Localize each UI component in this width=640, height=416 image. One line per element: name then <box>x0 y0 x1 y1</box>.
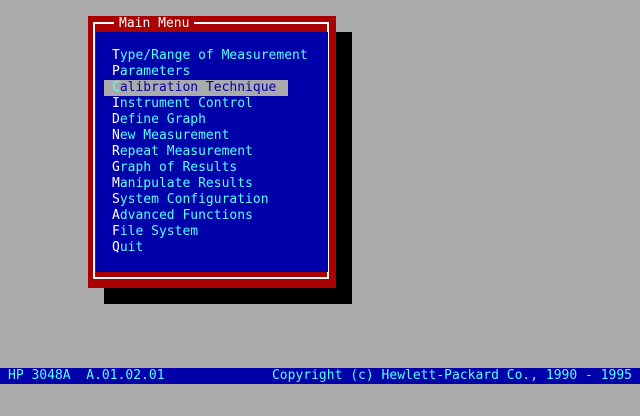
menu-item-label: alibration Technique <box>119 80 277 95</box>
menu-item-new-measurement[interactable]: New Measurement <box>104 128 288 144</box>
menu-item-label: dvanced Functions <box>119 208 253 223</box>
menu-item-quit[interactable]: Quit <box>104 240 288 256</box>
product-version: HP 3048A A.01.02.01 <box>8 368 165 383</box>
menu-list: Type/Range of Measurement Parameters Cal… <box>104 48 308 256</box>
menu-item-label: ile System <box>119 224 199 239</box>
menu-item-repeat-measurement[interactable]: Repeat Measurement <box>104 144 288 160</box>
menu-item-label: raph of Results <box>119 160 238 175</box>
menu-item-label: uit <box>119 240 144 255</box>
status-bar: HP 3048A A.01.02.01 Copyright (c) Hewlet… <box>0 368 640 384</box>
menu-item-hotkey: S <box>112 192 120 207</box>
menu-item-hotkey: G <box>112 160 120 175</box>
copyright-notice: Copyright (c) Hewlett-Packard Co., 1990 … <box>271 368 632 383</box>
menu-item-hotkey: A <box>112 208 120 223</box>
menu-item-label: ew Measurement <box>119 128 230 143</box>
menu-item-manipulate-results[interactable]: Manipulate Results <box>104 176 288 192</box>
menu-item-label: arameters <box>119 64 191 79</box>
menu-item-hotkey: I <box>112 96 120 111</box>
menu-item-label: nstrument Control <box>119 96 253 111</box>
main-menu-window: Main Menu Type/Range of Measurement Para… <box>88 16 336 288</box>
menu-item-label: ystem Configuration <box>119 192 269 207</box>
menu-item-hotkey: M <box>112 176 120 191</box>
menu-item-label: epeat Measurement <box>119 144 253 159</box>
menu-item-calibration-technique[interactable]: Calibration Technique <box>104 80 288 96</box>
menu-item-parameters[interactable]: Parameters <box>104 64 288 80</box>
menu-title: Main Menu <box>114 16 195 32</box>
menu-item-graph-of-results[interactable]: Graph of Results <box>104 160 288 176</box>
menu-item-hotkey: C <box>112 80 120 95</box>
menu-item-hotkey: Q <box>112 240 120 255</box>
menu-item-hotkey: N <box>112 128 120 143</box>
menu-item-hotkey: F <box>112 224 120 239</box>
menu-item-type-range-of-measurement[interactable]: Type/Range of Measurement <box>104 48 308 64</box>
menu-item-hotkey: D <box>112 112 120 127</box>
menu-item-hotkey: T <box>112 48 120 63</box>
menu-item-hotkey: P <box>112 64 120 79</box>
menu-item-label: ype/Range of Measurement <box>119 48 308 63</box>
menu-item-define-graph[interactable]: Define Graph <box>104 112 288 128</box>
menu-item-system-configuration[interactable]: System Configuration <box>104 192 288 208</box>
menu-item-label: efine Graph <box>119 112 206 127</box>
menu-item-file-system[interactable]: File System <box>104 224 288 240</box>
menu-item-instrument-control[interactable]: Instrument Control <box>104 96 288 112</box>
menu-item-advanced-functions[interactable]: Advanced Functions <box>104 208 288 224</box>
menu-item-label: anipulate Results <box>119 176 253 191</box>
menu-item-hotkey: R <box>112 144 120 159</box>
